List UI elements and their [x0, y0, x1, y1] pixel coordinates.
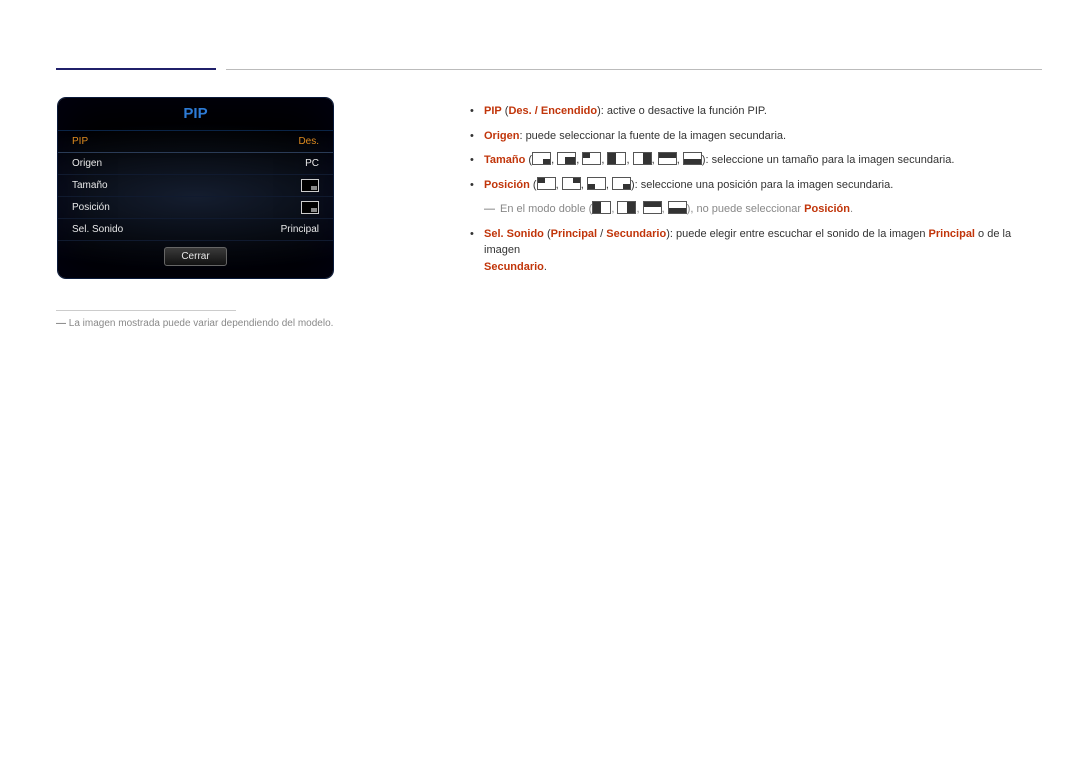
pip-row-pip: PIP Des.: [58, 131, 333, 153]
bullet-pip: PIP (Des. / Encendido): active o desacti…: [468, 103, 1040, 120]
bullet-tail-end: .: [544, 261, 547, 273]
bullet-tail-key2: Secundario: [484, 261, 544, 273]
bullet-tail: : seleccione un tamaño para la imagen se…: [706, 154, 955, 166]
pip-size-icon: [532, 152, 551, 165]
bullet-tail-a: : puede elegir entre escuchar el sonido …: [670, 228, 929, 240]
note-end: .: [850, 203, 853, 215]
pip-row-value: Des.: [298, 136, 319, 147]
pip-row-value: Principal: [281, 224, 319, 235]
bullet-sound: Sel. Sonido (Principal / Secundario): pu…: [468, 226, 1040, 276]
header-rule-line: [226, 69, 1042, 70]
pip-close-button: Cerrar: [164, 247, 226, 266]
bullet-tamano: Tamaño (, , , , , , ): seleccione un tam…: [468, 152, 1040, 169]
pip-row-posicion: Posición: [58, 197, 333, 219]
note-posicion: En el modo doble (, , , ), no puede sele…: [468, 201, 1040, 218]
bullet-tail: : active o desactive la función PIP.: [601, 105, 767, 117]
note-key: Posición: [804, 203, 850, 215]
pip-row-label: Sel. Sonido: [72, 224, 123, 235]
pip-size-icon: [301, 179, 319, 192]
bullet-tail-key: Principal: [929, 228, 975, 240]
bullet-paren: Des. / Encendido: [508, 105, 597, 117]
bullet-origen: Origen: puede seleccionar la fuente de l…: [468, 128, 1040, 145]
bullet-key: PIP: [484, 105, 502, 117]
pip-row-value: PC: [305, 158, 319, 169]
pip-row-label: Origen: [72, 158, 102, 169]
bullet-key: Posición: [484, 179, 530, 191]
pip-dual-icon: [668, 201, 687, 214]
pip-row-label: Posición: [72, 202, 110, 213]
header-rule-accent: [56, 68, 216, 70]
bullet-posicion: Posición (, , , ): seleccione una posici…: [468, 177, 1040, 194]
screenshot-underline: [56, 310, 236, 311]
note-lead: En el modo doble (: [500, 203, 592, 215]
pip-size-icon: [607, 152, 626, 165]
bullet-paren-b: Secundario: [606, 228, 666, 240]
pip-pos-icon: [587, 177, 606, 190]
pip-size-icon: [633, 152, 652, 165]
pip-screenshot: PIP PIP Des. Origen PC Tamaño Posición S…: [58, 98, 333, 278]
bullet-tail: : seleccione una posición para la imagen…: [635, 179, 894, 191]
pip-pos-icon: [562, 177, 581, 190]
bullet-paren-a: Principal: [551, 228, 597, 240]
pip-row-sound: Sel. Sonido Principal: [58, 219, 333, 241]
pip-menu-title: PIP: [58, 98, 333, 131]
pip-position-icon: [301, 201, 319, 214]
pip-row-label: Tamaño: [72, 180, 108, 191]
pip-size-icon: [557, 152, 576, 165]
bullet-key: Origen: [484, 130, 519, 142]
pip-size-icon: [683, 152, 702, 165]
pip-dual-icon: [643, 201, 662, 214]
pip-row-tamano: Tamaño: [58, 175, 333, 197]
pip-row-origen: Origen PC: [58, 153, 333, 175]
bullet-key: Tamaño: [484, 154, 525, 166]
description-list: PIP (Des. / Encendido): active o desacti…: [468, 103, 1040, 283]
pip-dual-icon: [617, 201, 636, 214]
pip-pos-icon: [537, 177, 556, 190]
pip-close-row: Cerrar: [58, 241, 333, 266]
pip-pos-icon: [612, 177, 631, 190]
screenshot-disclaimer: La imagen mostrada puede variar dependie…: [56, 318, 333, 329]
bullet-key: Sel. Sonido: [484, 228, 544, 240]
header-rule: [56, 68, 1042, 70]
pip-size-icon: [582, 152, 601, 165]
pip-row-label: PIP: [72, 136, 88, 147]
bullet-paren-sep: /: [597, 228, 606, 240]
pip-size-icon: [658, 152, 677, 165]
pip-dual-icon: [592, 201, 611, 214]
bullet-tail: : puede seleccionar la fuente de la imag…: [519, 130, 786, 142]
note-mid: ), no puede seleccionar: [687, 203, 804, 215]
